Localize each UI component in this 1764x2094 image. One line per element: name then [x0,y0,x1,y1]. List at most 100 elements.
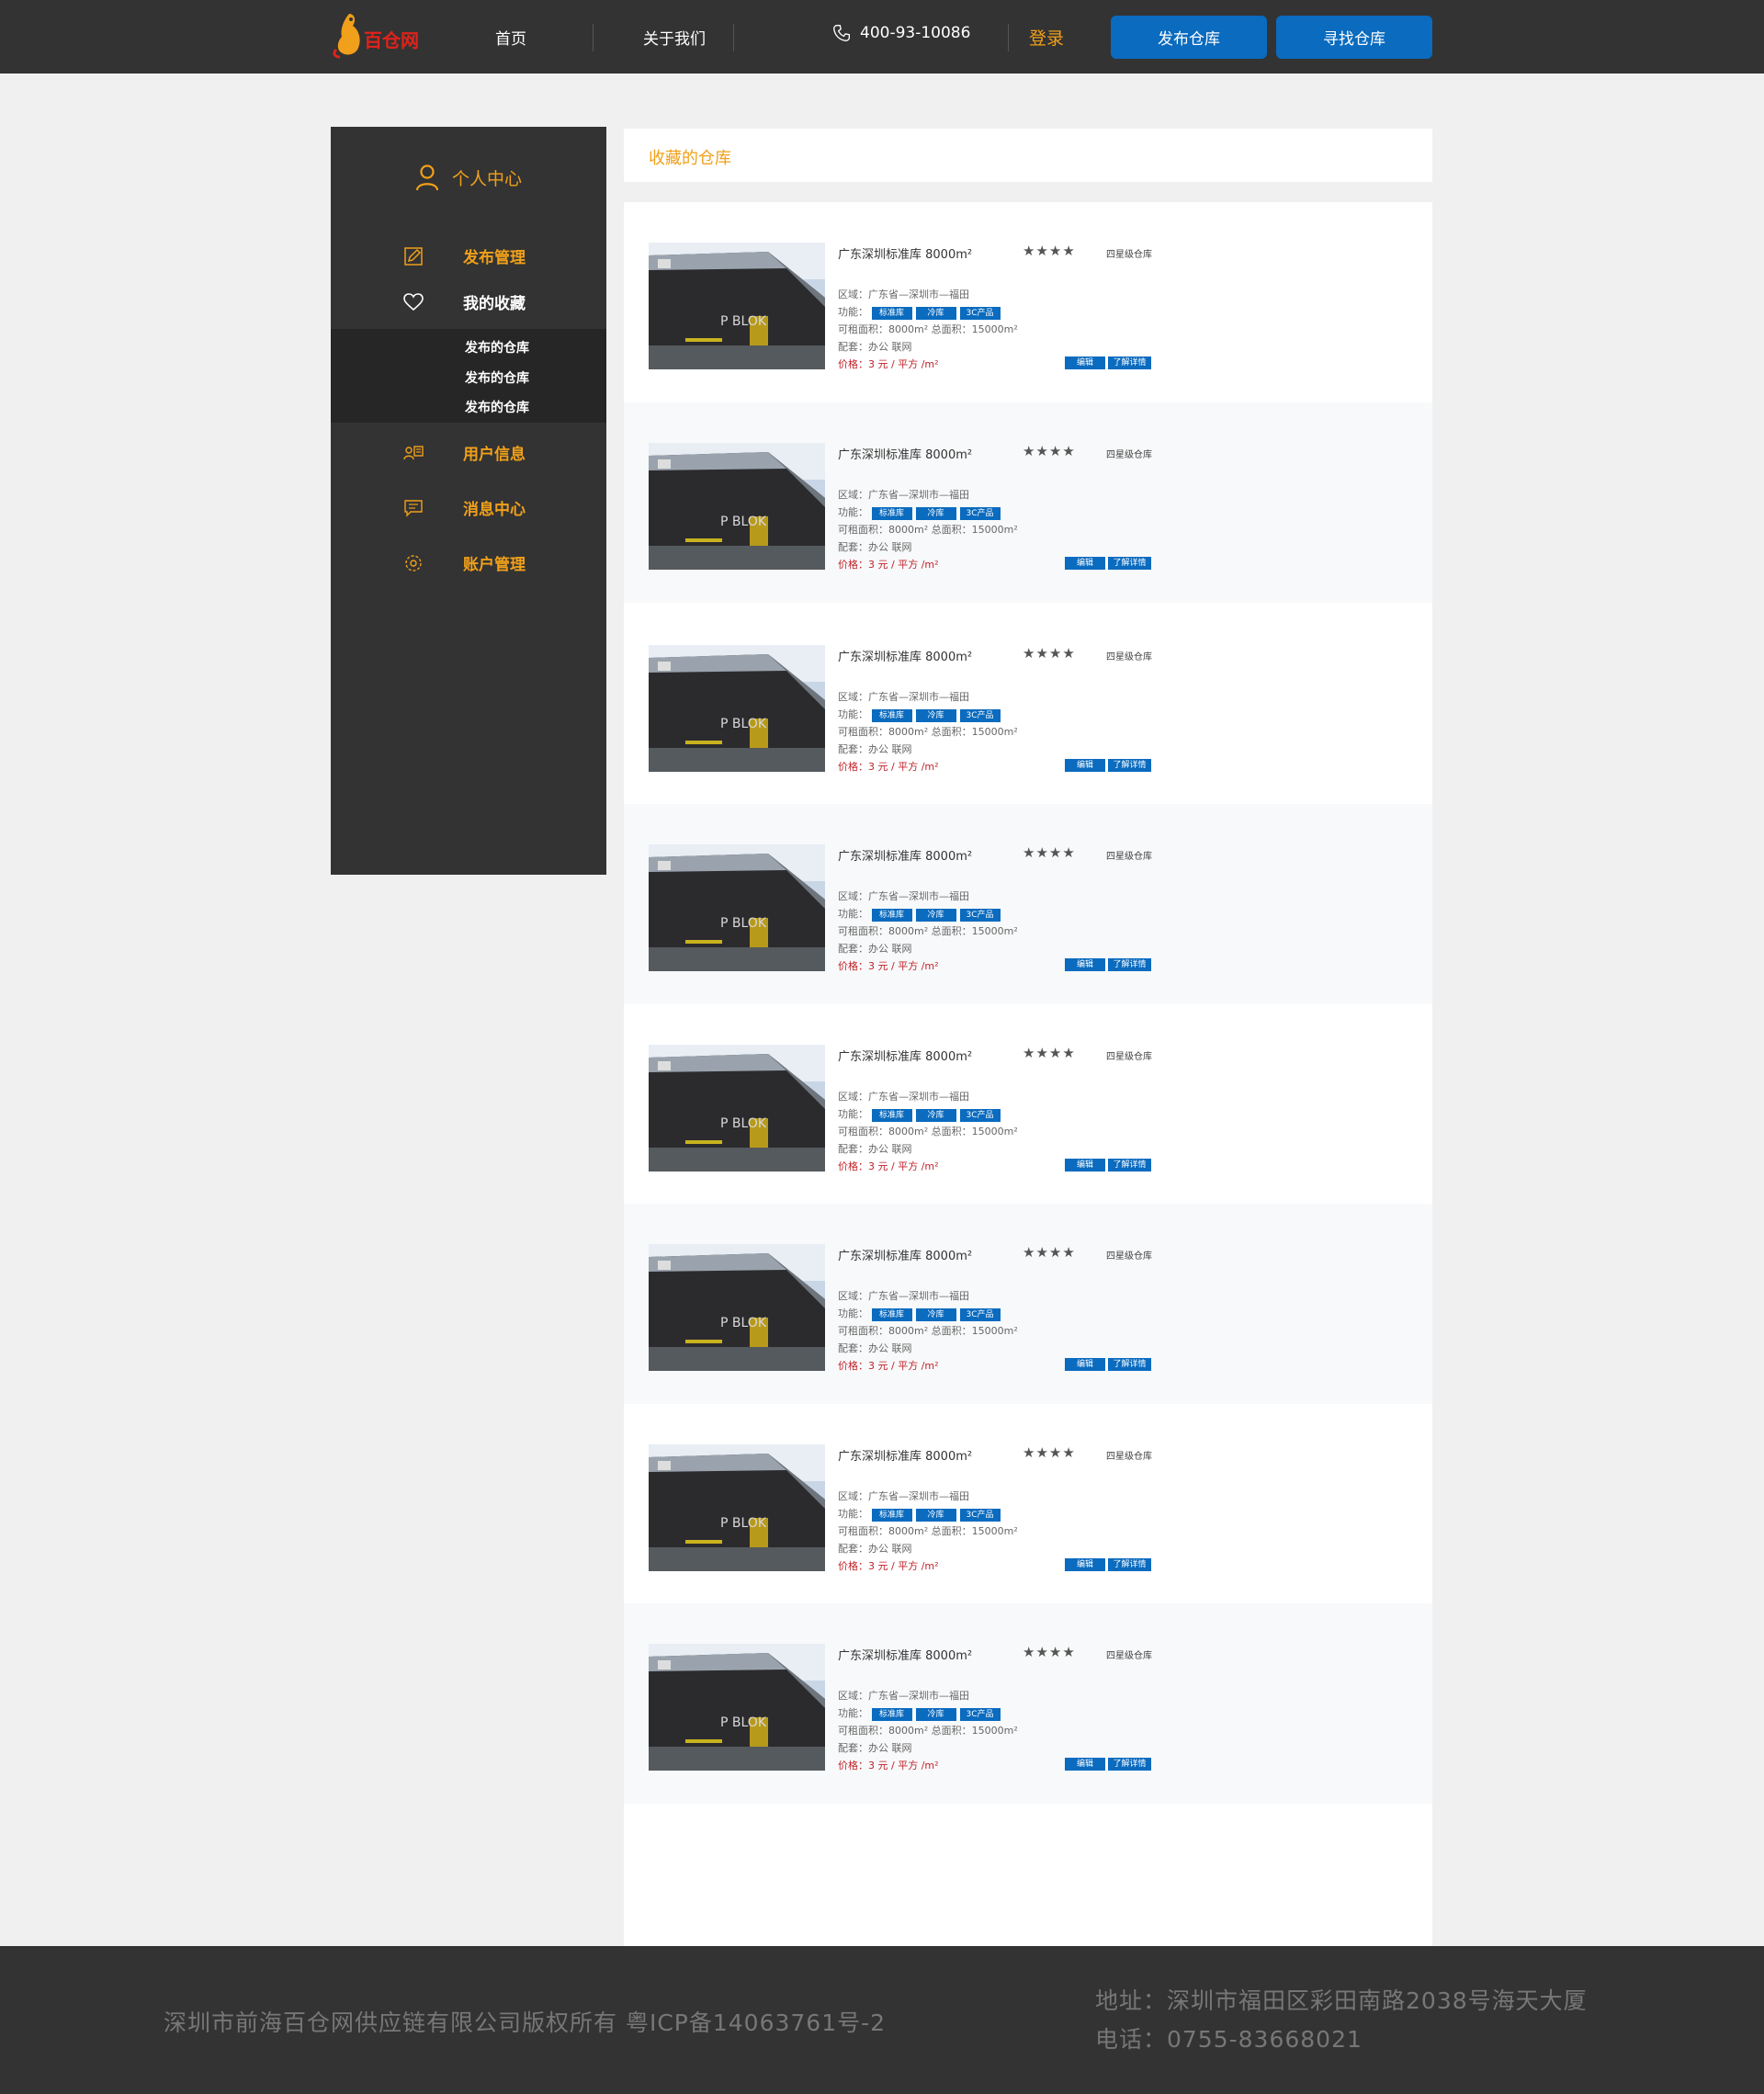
warehouse-facilities: 配套：办公 联网 [838,1143,912,1155]
warehouse-area: 可租面积：8000m² 总面积：15000m² [838,726,1018,738]
warehouse-photo[interactable]: P BLOK [649,1244,825,1371]
warehouse-facilities: 配套：办公 联网 [838,341,912,353]
edit-button[interactable]: 编辑 [1065,1159,1105,1172]
warehouse-title[interactable]: 广东深圳标准库 8000m² [838,1047,972,1064]
warehouse-title[interactable]: 广东深圳标准库 8000m² [838,1446,972,1464]
star-rating: ★★★★ [1023,1644,1076,1660]
warehouse-title[interactable]: 广东深圳标准库 8000m² [838,1646,972,1663]
view-details-button[interactable]: 了解详情 [1108,958,1151,971]
edit-button[interactable]: 编辑 [1065,958,1105,971]
edit-button[interactable]: 编辑 [1065,759,1105,772]
favorites-submenu: 发布的仓库 发布的仓库 发布的仓库 [331,329,606,423]
card-actions: 编辑 了解详情 [1065,759,1151,772]
warehouse-region: 区域：广东省—深圳市—福田 [838,1091,969,1103]
nav-home[interactable]: 首页 [495,26,526,49]
star-rating: ★★★★ [1023,1444,1076,1461]
warehouse-functions: 功能： 标准库 冷库 3C产品 [838,707,1004,722]
footer-copyright: 深圳市前海百仓网供应链有限公司版权所有 粤ICP备14063761号-2 [164,2009,887,2036]
warehouse-functions: 功能： 标准库 冷库 3C产品 [838,1506,1004,1522]
sidebar-item-publish-manage[interactable]: 发布管理 [402,244,526,267]
warehouse-area: 可租面积：8000m² 总面积：15000m² [838,1325,1018,1337]
function-tag: 3C产品 [959,1308,1001,1321]
card-actions: 编辑 了解详情 [1065,1358,1151,1371]
warehouse-price: 价格：3 元 / 平方 /m² [838,1360,939,1372]
top-header: 百仓网 首页 关于我们 400-93-10086 登录 发布仓库 寻找仓库 [0,0,1764,74]
warehouse-price: 价格：3 元 / 平方 /m² [838,1160,939,1172]
warehouse-region: 区域：广东省—深圳市—福田 [838,1690,969,1702]
view-details-button[interactable]: 了解详情 [1108,1558,1151,1571]
warehouse-level: 四星级仓库 [1106,652,1152,662]
function-label: 功能： [838,908,868,920]
edit-button[interactable]: 编辑 [1065,1358,1105,1371]
function-tag: 3C产品 [959,507,1001,520]
warehouse-photo-image: P BLOK [649,1045,825,1172]
footer-address: 地址：深圳市福田区彩田南路2038号海天大厦 [1095,1987,1588,2014]
edit-button[interactable]: 编辑 [1065,357,1105,369]
submenu-item[interactable]: 发布的仓库 [465,338,529,357]
login-link[interactable]: 登录 [1029,25,1064,50]
card-actions: 编辑 了解详情 [1065,557,1151,570]
edit-button[interactable]: 编辑 [1065,1758,1105,1771]
function-label: 功能： [838,1707,868,1719]
warehouse-title[interactable]: 广东深圳标准库 8000m² [838,647,972,664]
warehouse-photo[interactable]: P BLOK [649,844,825,971]
edit-icon [402,245,424,267]
warehouse-card: P BLOK 广东深圳标准库 8000m² ★★★★ 四星级仓库 区域：广东省—… [624,605,1432,805]
warehouse-photo-image: P BLOK [649,243,825,369]
view-details-button[interactable]: 了解详情 [1108,357,1151,369]
warehouse-level: 四星级仓库 [1106,1651,1152,1661]
edit-button[interactable]: 编辑 [1065,557,1105,570]
warehouse-photo[interactable]: P BLOK [649,1644,825,1771]
find-warehouse-button[interactable]: 寻找仓库 [1276,16,1432,59]
function-tag: 冷库 [915,307,956,320]
warehouse-photo[interactable]: P BLOK [649,645,825,772]
warehouse-title[interactable]: 广东深圳标准库 8000m² [838,846,972,864]
sidebar-item-account-manage[interactable]: 账户管理 [402,551,526,574]
warehouse-facilities: 配套：办公 联网 [838,1543,912,1555]
photo-sign-text: P BLOK [720,916,767,931]
view-details-button[interactable]: 了解详情 [1108,759,1151,772]
footer-phone: 电话：0755-83668021 [1095,2026,1363,2053]
sidebar-item-label: 消息中心 [463,501,526,519]
sidebar-item-message-center[interactable]: 消息中心 [402,496,526,519]
warehouse-photo-image: P BLOK [649,844,825,971]
phone-icon [832,25,850,42]
warehouse-level: 四星级仓库 [1106,1052,1152,1062]
warehouse-card: P BLOK 广东深圳标准库 8000m² ★★★★ 四星级仓库 区域：广东省—… [624,1603,1432,1804]
submenu-item[interactable]: 发布的仓库 [465,368,529,387]
function-tag: 标准库 [871,709,912,722]
warehouse-title[interactable]: 广东深圳标准库 8000m² [838,445,972,462]
warehouse-functions: 功能： 标准库 冷库 3C产品 [838,1306,1004,1321]
warehouse-title[interactable]: 广东深圳标准库 8000m² [838,244,972,262]
edit-button[interactable]: 编辑 [1065,1558,1105,1571]
warehouse-level: 四星级仓库 [1106,250,1152,260]
function-tag: 3C产品 [959,1708,1001,1721]
sidebar-title: 个人中心 [415,164,522,191]
publish-warehouse-button[interactable]: 发布仓库 [1111,16,1267,59]
warehouse-photo-image: P BLOK [649,645,825,772]
submenu-item[interactable]: 发布的仓库 [465,398,529,416]
view-details-button[interactable]: 了解详情 [1108,1159,1151,1172]
view-details-button[interactable]: 了解详情 [1108,557,1151,570]
view-details-button[interactable]: 了解详情 [1108,1358,1151,1371]
nav-about[interactable]: 关于我们 [643,26,706,49]
function-tag: 标准库 [871,1509,912,1522]
view-details-button[interactable]: 了解详情 [1108,1758,1151,1771]
sidebar-item-label: 账户管理 [463,556,526,574]
site-logo[interactable]: 百仓网 [331,9,432,60]
warehouse-area: 可租面积：8000m² 总面积：15000m² [838,524,1018,536]
sidebar-item-user-info[interactable]: 用户信息 [402,441,526,464]
function-label: 功能： [838,708,868,720]
function-tag: 标准库 [871,1109,912,1122]
card-actions: 编辑 了解详情 [1065,958,1151,971]
card-actions: 编辑 了解详情 [1065,1558,1151,1571]
function-tag: 标准库 [871,307,912,320]
warehouse-photo[interactable]: P BLOK [649,1045,825,1172]
warehouse-functions: 功能： 标准库 冷库 3C产品 [838,906,1004,922]
warehouse-title[interactable]: 广东深圳标准库 8000m² [838,1246,972,1263]
sidebar-item-my-favorites[interactable]: 我的收藏 [402,290,526,313]
warehouse-photo[interactable]: P BLOK [649,443,825,570]
photo-sign-text: P BLOK [720,1316,767,1330]
warehouse-photo[interactable]: P BLOK [649,243,825,369]
warehouse-photo[interactable]: P BLOK [649,1444,825,1571]
